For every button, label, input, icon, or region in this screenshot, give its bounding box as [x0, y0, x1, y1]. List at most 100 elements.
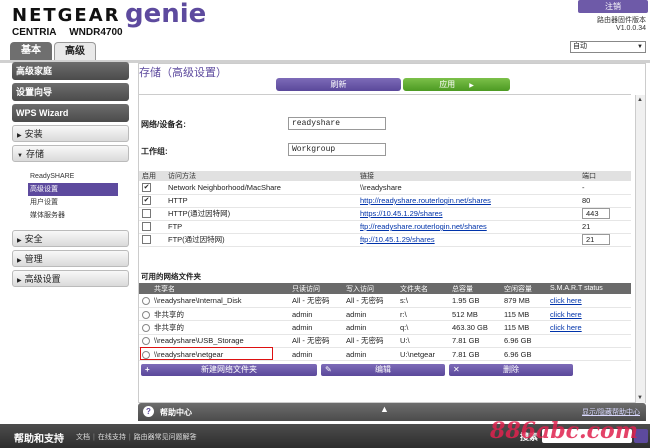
- enable-checkbox[interactable]: ✔: [142, 183, 151, 192]
- enable-checkbox[interactable]: [142, 209, 151, 219]
- share-radio[interactable]: [142, 296, 150, 305]
- table-row[interactable]: 非共享的 admin admin q:\ 463.30 GB 115 MB cl…: [139, 320, 631, 335]
- submenu-readyshare[interactable]: ReadySHARE: [28, 170, 129, 183]
- col-free-capacity: 空闲容量: [501, 283, 547, 294]
- header-divider: [139, 94, 631, 95]
- folder-cell: U:\: [397, 334, 449, 349]
- update-mode-select[interactable]: 自动 ▼: [570, 41, 646, 53]
- col-smart-status: S.M.A.R.T status: [547, 283, 631, 294]
- smart-link[interactable]: click here: [550, 323, 582, 332]
- table-row[interactable]: \\readyshare\Internal_Disk All - 无密码 All…: [139, 294, 631, 308]
- smart-cell: [547, 334, 631, 349]
- submenu-media-server[interactable]: 媒体服务器: [28, 209, 129, 222]
- tab-basic[interactable]: 基本: [10, 42, 52, 60]
- folder-cell: U:\netgear: [397, 347, 449, 362]
- write-access-cell: admin: [343, 347, 397, 362]
- storage-submenu: ReadySHARE 高级设置 用户设置 媒体服务器: [12, 170, 129, 222]
- device-name-input[interactable]: readyshare: [288, 117, 386, 130]
- col-folder-name: 文件夹名: [397, 283, 449, 294]
- sidebar-item-wizard[interactable]: 设置向导: [12, 83, 129, 101]
- delete-button[interactable]: ✕ 删除: [449, 364, 573, 376]
- share-link[interactable]: ftp://10.45.1.29/shares: [360, 235, 435, 244]
- apply-button[interactable]: 应用 ▶: [403, 78, 510, 91]
- free-cell: 6.96 GB: [501, 334, 547, 349]
- logout-button[interactable]: 注销: [578, 0, 648, 13]
- enable-checkbox[interactable]: ✔: [142, 196, 151, 206]
- tab-advanced[interactable]: 高级: [54, 42, 96, 60]
- col-enable: 启用: [139, 171, 165, 181]
- brand-logo: NETGEAR genie CENTRIA WNDR4700: [12, 0, 206, 38]
- share-link[interactable]: http://readyshare.routerlogin.net/shares: [360, 196, 491, 205]
- arrow-right-icon: ▶: [469, 83, 474, 89]
- write-access-cell: All - 无密码: [343, 334, 397, 349]
- share-link[interactable]: ftp://readyshare.routerlogin.net/shares: [360, 222, 487, 231]
- sidebar-item-label: 存储: [25, 149, 44, 159]
- submenu-user-settings[interactable]: 用户设置: [28, 196, 129, 209]
- main-panel: 存储（高级设置） 刷新 应用 ▶ ▲ ▼ 网络/设备名: readyshare 工…: [138, 63, 646, 403]
- sidebar-item-wps[interactable]: WPS Wizard: [12, 104, 129, 122]
- table-row: ✔ HTTP http://readyshare.routerlogin.net…: [139, 194, 631, 208]
- share-radio[interactable]: [142, 337, 150, 346]
- scroll-up-icon[interactable]: ▲: [635, 95, 645, 105]
- method-cell: FTP(通过因特网): [165, 233, 357, 247]
- smart-link[interactable]: click here: [550, 310, 582, 319]
- triangle-right-icon: ▶: [17, 278, 22, 284]
- triangle-down-icon: ▼: [17, 153, 23, 159]
- table-row[interactable]: 非共享的 admin admin r:\ 512 MB 115 MB click…: [139, 307, 631, 322]
- sidebar-item-home[interactable]: 高级家庭: [12, 62, 129, 80]
- model-name: WNDR4700: [69, 27, 123, 38]
- read-access-cell: All - 无密码: [289, 334, 343, 349]
- firmware-label: 路由器固件版本: [597, 17, 646, 24]
- sidebar-item-label: 安全: [24, 234, 43, 244]
- enable-checkbox[interactable]: [142, 222, 151, 232]
- new-folder-label: 新建网络文件夹: [201, 365, 257, 374]
- help-center-title: 帮助中心: [160, 408, 192, 417]
- footer-link-support[interactable]: 在线支持: [98, 434, 126, 441]
- enable-checkbox[interactable]: [142, 235, 151, 245]
- table-row[interactable]: \\readyshare\USB_Storage All - 无密码 All -…: [139, 334, 631, 349]
- footer-link-docs[interactable]: 文档: [76, 434, 90, 441]
- model-line: CENTRIA WNDR4700: [12, 27, 133, 38]
- sidebar-item-admin[interactable]: ▶ 管理: [12, 250, 129, 267]
- netgear-logo: NETGEAR: [12, 5, 121, 26]
- submenu-advanced-settings[interactable]: 高级设置: [28, 183, 118, 196]
- footer-link-faq[interactable]: 路由器常见问题解答: [134, 434, 197, 441]
- total-cell: 512 MB: [449, 307, 501, 322]
- sidebar-item-storage[interactable]: ▼ 存储: [12, 145, 129, 162]
- edit-button[interactable]: ✎ 编辑: [321, 364, 445, 376]
- smart-link[interactable]: click here: [550, 296, 582, 305]
- scroll-down-icon[interactable]: ▼: [635, 393, 645, 403]
- separator: |: [128, 434, 131, 441]
- share-radio[interactable]: [142, 310, 150, 319]
- triangle-right-icon: ▶: [17, 238, 22, 244]
- share-radio[interactable]: [142, 323, 150, 332]
- sidebar-item-security[interactable]: ▶ 安全: [12, 230, 129, 247]
- share-link[interactable]: https://10.45.1.29/shares: [360, 209, 443, 218]
- toggle-help-link[interactable]: 显示/隐藏帮助中心: [582, 407, 640, 417]
- col-select: [139, 283, 151, 294]
- table-row: FTP(通过因特网) ftp://10.45.1.29/shares 21: [139, 233, 631, 247]
- write-access-cell: admin: [343, 307, 397, 322]
- genie-logo: genie: [125, 0, 207, 29]
- header: NETGEAR genie CENTRIA WNDR4700 注销 路由器固件版…: [0, 0, 650, 60]
- expand-up-icon[interactable]: ▲: [380, 404, 389, 414]
- scrollbar[interactable]: [635, 95, 645, 403]
- workgroup-input[interactable]: Workgroup: [288, 143, 386, 156]
- free-cell: 879 MB: [501, 294, 547, 308]
- new-folder-button[interactable]: + 新建网络文件夹: [141, 364, 317, 376]
- shares-section-title: 可用的网络文件夹: [141, 272, 201, 281]
- write-access-cell: All - 无密码: [343, 294, 397, 308]
- sidebar-item-install[interactable]: ▶ 安装: [12, 125, 129, 142]
- sidebar-item-label: 高级设置: [24, 274, 61, 284]
- device-name-label: 网络/设备名:: [141, 120, 186, 129]
- watermark: 886abc.com: [490, 418, 638, 444]
- page-title: 存储（高级设置）: [139, 67, 227, 79]
- port-input[interactable]: 21: [582, 234, 610, 245]
- folder-cell: r:\: [397, 307, 449, 322]
- sidebar-item-label: 安装: [24, 129, 43, 139]
- method-cell: Network Neighborhood/MacShare: [165, 181, 357, 195]
- refresh-button[interactable]: 刷新: [276, 78, 401, 91]
- sidebar-item-advanced-setup[interactable]: ▶ 高级设置: [12, 270, 129, 287]
- port-input[interactable]: 443: [582, 208, 610, 219]
- help-icon: ?: [143, 406, 154, 417]
